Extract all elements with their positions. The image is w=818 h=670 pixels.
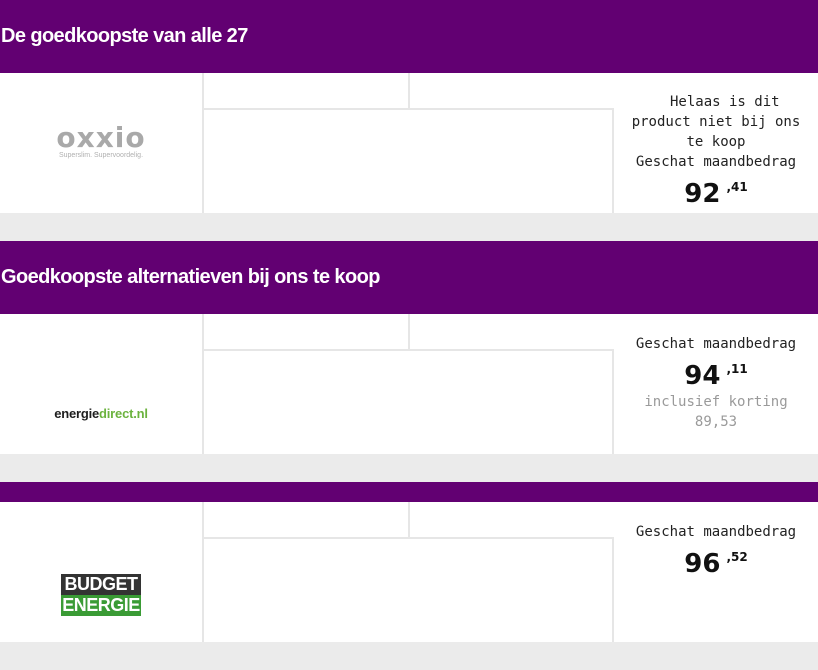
price-cell: Geschat maandbedrag 96 ,52: [614, 502, 818, 642]
feature-cell: [204, 314, 410, 351]
feature-cell: [204, 73, 410, 110]
section-title: De goedkoopste van alle 27: [1, 25, 248, 47]
price-cents: ,52: [726, 550, 748, 564]
section-header-alternatives: Goedkoopste alternatieven bij ons te koo…: [0, 241, 818, 314]
monthly-price: 94 ,11: [614, 360, 818, 392]
discount-price: 89,53: [694, 414, 738, 430]
price-label: Geschat maandbedrag: [635, 524, 797, 540]
feature-cell: [410, 502, 614, 539]
price-label: Geschat maandbedrag: [635, 336, 797, 352]
section-header-bar: [0, 482, 818, 502]
details-cell: [204, 110, 614, 213]
unavailable-text: Helaas is dit: [670, 94, 780, 110]
logo-cell: oxxio Superslim. Supervoordelig.: [0, 73, 204, 213]
monthly-price: 92 ,41: [614, 178, 818, 210]
price-cell: Helaas is dit product niet bij ons te ko…: [614, 73, 818, 213]
section-header-cheapest: De goedkoopste van alle 27: [0, 0, 818, 73]
oxxio-logo: oxxio Superslim. Supervoordelig.: [56, 121, 146, 160]
details-cell: [204, 539, 614, 642]
feature-cell: [410, 314, 614, 351]
unavailable-text: product niet bij ons: [631, 114, 801, 130]
section-title: Goedkoopste alternatieven bij ons te koo…: [1, 266, 380, 288]
offer-card: energiedirect.nl Geschat maandbedrag 94 …: [0, 314, 818, 454]
price-euros: 94: [684, 361, 721, 391]
price-euros: 92: [684, 179, 721, 209]
details-cell: [204, 351, 614, 454]
monthly-price: 96 ,52: [614, 548, 818, 580]
feature-cell: [204, 502, 410, 539]
discount-label: inclusief korting: [644, 394, 788, 410]
price-euros: 96: [684, 549, 721, 579]
logo-cell: BUDGET ENERGIE: [0, 502, 204, 642]
offer-card: BUDGET ENERGIE Geschat maandbedrag 96 ,5…: [0, 502, 818, 642]
price-cents: ,41: [726, 180, 748, 194]
unavailable-text: te koop: [686, 134, 746, 150]
feature-cell: [410, 73, 614, 110]
offer-card: oxxio Superslim. Supervoordelig. Helaas …: [0, 73, 818, 213]
budget-energie-logo: BUDGET ENERGIE: [61, 574, 141, 616]
price-label: Geschat maandbedrag: [635, 154, 797, 170]
price-cell: Geschat maandbedrag 94 ,11 inclusief kor…: [614, 314, 818, 454]
energiedirect-logo: energiedirect.nl: [54, 406, 148, 421]
price-cents: ,11: [726, 362, 748, 376]
logo-cell: energiedirect.nl: [0, 314, 204, 454]
